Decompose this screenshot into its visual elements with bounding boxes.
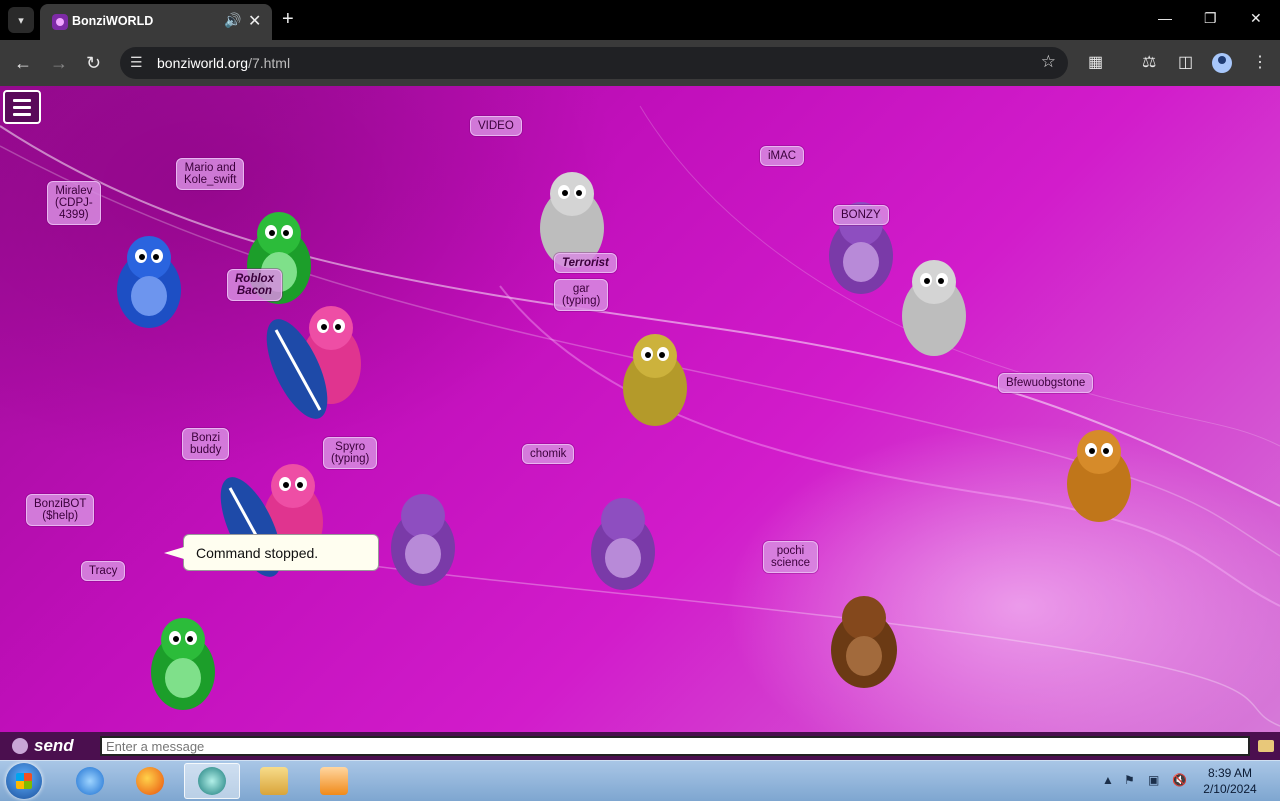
bonziworld-favicon-icon (52, 14, 68, 30)
user-tag[interactable]: gar (typing) (554, 279, 609, 311)
back-arrow-icon[interactable]: ← (14, 52, 32, 74)
side-panel-icon[interactable]: ◫ (1178, 52, 1193, 72)
tab-title: BonziWORLD (72, 14, 154, 28)
media-player-icon[interactable] (306, 763, 362, 799)
user-tag[interactable]: Spyro (typing) (323, 437, 378, 469)
clock-time: 8:39 AM (1207, 766, 1253, 780)
bonzi-character-purple[interactable] (380, 486, 466, 590)
reload-icon[interactable]: ↻ (86, 52, 101, 74)
user-tag[interactable]: Miralev (CDPJ- 4399) (47, 181, 101, 225)
profile-icon[interactable] (1212, 53, 1232, 73)
user-tag[interactable]: VIDEO (470, 116, 522, 136)
bonzi-character-blue[interactable] (106, 228, 192, 332)
network-icon[interactable]: ▣ (1148, 773, 1159, 787)
firefox-icon[interactable] (122, 763, 178, 799)
site-info-icon[interactable]: ☰ (130, 54, 143, 71)
address-bar[interactable]: ☰ bonziworld.org/7.html ☆ (120, 47, 1068, 79)
bonziworld-room: VIDEO iMAC Mario and Kole_swift Miralev … (0, 86, 1280, 732)
speech-bubble: Command stopped. (164, 534, 379, 571)
folder-icon[interactable] (1258, 740, 1274, 752)
user-tag[interactable]: Roblox Bacon (227, 269, 282, 301)
bonziworld-app-icon[interactable] (184, 763, 240, 799)
close-window-icon[interactable]: ✕ (1250, 10, 1262, 27)
user-tag[interactable]: Mario and Kole_swift (176, 158, 245, 190)
volume-muted-icon[interactable]: 🔇 (1172, 773, 1187, 787)
file-explorer-icon[interactable] (246, 763, 302, 799)
url-domain: bonziworld.org (157, 55, 249, 71)
user-tag[interactable]: chomik (522, 444, 575, 464)
system-clock[interactable]: 8:39 AM 2/10/2024 (1198, 765, 1262, 797)
user-tag[interactable]: pochi science (763, 541, 818, 573)
kebab-menu-icon[interactable]: ⋮ (1252, 52, 1268, 72)
show-hidden-icons-icon[interactable]: ▲ (1102, 773, 1114, 787)
active-tab[interactable]: BonziWORLD 🔊 ✕ (40, 4, 272, 40)
restore-icon[interactable]: ❐ (1204, 10, 1217, 27)
bonzi-character-green[interactable] (140, 610, 226, 714)
start-button[interactable] (6, 763, 42, 799)
bonzi-character-white[interactable] (890, 252, 978, 360)
message-input[interactable] (100, 736, 1250, 756)
extensions-icon[interactable]: ▦ (1088, 52, 1103, 72)
plus-icon[interactable]: + (282, 7, 294, 31)
labs-icon[interactable]: ⚖ (1142, 52, 1156, 72)
close-icon[interactable]: ✕ (248, 11, 261, 31)
minimize-icon[interactable]: — (1158, 10, 1172, 26)
user-tag[interactable]: Tracy (81, 561, 126, 581)
action-center-flag-icon[interactable]: ⚑ (1124, 773, 1135, 787)
user-tag[interactable]: Bonzi buddy (182, 428, 230, 460)
star-icon[interactable]: ☆ (1041, 52, 1056, 72)
bonzi-character-brown[interactable] (820, 588, 908, 692)
bonzi-character-purple[interactable] (580, 490, 666, 594)
chat-bar: send (0, 732, 1280, 760)
bonzi-send-icon[interactable] (12, 738, 28, 754)
windows-taskbar: ▲ ⚑ ▣ 🔇 8:39 AM 2/10/2024 (0, 760, 1280, 801)
user-tag[interactable]: iMAC (760, 146, 805, 166)
url-text[interactable]: bonziworld.org/7.html (157, 55, 290, 71)
forward-arrow-icon[interactable]: → (50, 52, 68, 74)
user-tag[interactable]: BONZY (833, 205, 889, 225)
internet-explorer-icon[interactable] (62, 763, 118, 799)
user-tag[interactable]: Terrorist (554, 253, 617, 273)
send-button[interactable]: send (34, 736, 74, 756)
hamburger-menu-button[interactable] (3, 90, 41, 124)
tab-strip: ▾ BonziWORLD 🔊 ✕ + — ❐ ✕ (0, 0, 1280, 40)
user-tag[interactable]: BonziBOT ($help) (26, 494, 95, 526)
bonzi-character-gold[interactable] (612, 326, 698, 430)
clock-date: 2/10/2024 (1203, 782, 1257, 796)
url-path: /7.html (248, 55, 291, 71)
browser-toolbar: ← → ↻ ☰ bonziworld.org/7.html ☆ ▦ ⚖ ◫ ⋮ (0, 40, 1280, 86)
user-tag[interactable]: Bfewuobgstone (998, 373, 1094, 393)
tab-search-icon[interactable]: ▾ (8, 7, 34, 33)
audio-icon[interactable]: 🔊 (224, 12, 241, 29)
bonzi-character-orange[interactable] (1056, 422, 1142, 526)
surfboard-prop (266, 319, 328, 419)
